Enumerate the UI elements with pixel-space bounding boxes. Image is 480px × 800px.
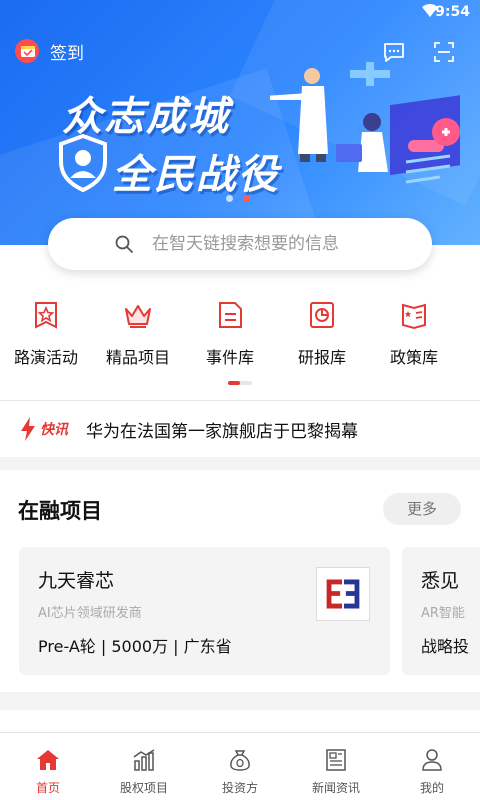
project-card[interactable]: 悉见 AR智能 战略投: [402, 547, 480, 675]
nav-news[interactable]: 新闻资讯: [288, 733, 384, 800]
banner-pagination: [226, 195, 250, 202]
project-name: 悉见: [421, 570, 460, 592]
search-input[interactable]: [152, 234, 412, 254]
shield-icon: [59, 134, 107, 192]
project-desc: AI芯片领域研发商: [38, 606, 142, 621]
money-bag-icon: [230, 750, 250, 771]
category-label: 事件库: [205, 348, 254, 367]
category-page-indicator: [228, 381, 252, 385]
pie-chart-icon: [310, 302, 334, 328]
policy-book-icon: [402, 303, 426, 330]
calendar-checkin-icon: [15, 39, 39, 63]
newspaper-icon: [326, 749, 346, 771]
category-row: 路演活动 精品项目 事件库 研报库 政策库: [0, 300, 480, 370]
status-bar: 9:54: [0, 0, 480, 24]
message-icon[interactable]: [382, 40, 406, 64]
search-bar[interactable]: [48, 218, 432, 270]
category-policy[interactable]: 政策库: [368, 300, 460, 370]
next-section-edge: [0, 710, 480, 732]
category-featured[interactable]: 精品项目: [92, 300, 184, 370]
medical-illustration: [270, 62, 460, 184]
section-title: 在融项目: [18, 499, 102, 523]
project-name: 九天睿芯: [38, 570, 115, 592]
project-meta: 战略投: [421, 637, 470, 656]
nav-label: 股权项目: [119, 781, 168, 795]
category-roadshow[interactable]: 路演活动: [0, 300, 92, 370]
category-label: 路演活动: [13, 348, 78, 367]
funding-projects-section: 在融项目 更多 九天睿芯 AI芯片领域研发商 Pre-A轮 | 5000万 | …: [0, 470, 480, 692]
project-card[interactable]: 九天睿芯 AI芯片领域研发商 Pre-A轮 | 5000万 | 广东省: [19, 547, 390, 675]
banner-slogan-line2: 全民战役: [112, 152, 280, 198]
checkin-button[interactable]: 签到: [14, 38, 84, 64]
crown-icon: [125, 305, 151, 328]
nav-label: 首页: [35, 781, 60, 795]
category-label: 研报库: [297, 348, 346, 367]
lightning-icon: [21, 417, 35, 441]
category-label: 精品项目: [105, 348, 170, 367]
flash-news-tag: 快讯: [40, 422, 68, 438]
scan-icon[interactable]: [432, 40, 456, 64]
promo-banner[interactable]: 9:54 签到 众志成城 全民战役: [0, 0, 480, 245]
project-desc: AR智能: [421, 606, 465, 621]
home-icon: [37, 750, 59, 770]
company-logo: [316, 567, 370, 621]
user-icon: [422, 749, 442, 771]
status-time: 9:54: [435, 4, 470, 20]
more-button[interactable]: 更多: [383, 493, 461, 525]
category-label: 政策库: [389, 348, 438, 367]
nav-profile[interactable]: 我的: [384, 733, 480, 800]
nav-label: 新闻资讯: [311, 781, 360, 795]
nav-label: 我的: [419, 781, 444, 795]
category-events[interactable]: 事件库: [184, 300, 276, 370]
bottom-nav: 首页 股权项目 投资方 新闻资讯 我的: [0, 732, 480, 800]
document-icon: [219, 302, 242, 328]
star-badge-icon: [35, 302, 57, 329]
nav-equity-projects[interactable]: 股权项目: [96, 733, 192, 800]
category-reports[interactable]: 研报库: [276, 300, 368, 370]
nav-home[interactable]: 首页: [0, 733, 96, 800]
flash-news-headline[interactable]: 华为在法国第一家旗舰店于巴黎揭幕: [86, 417, 358, 442]
nav-label: 投资方: [221, 781, 258, 795]
banner-dot-active[interactable]: [243, 195, 250, 202]
checkin-label: 签到: [50, 43, 84, 64]
banner-dot[interactable]: [226, 195, 233, 202]
nav-investors[interactable]: 投资方: [192, 733, 288, 800]
flash-news-bar[interactable]: 快讯 华为在法国第一家旗舰店于巴黎揭幕: [0, 401, 480, 457]
bar-chart-icon: [133, 749, 155, 771]
project-meta: Pre-A轮 | 5000万 | 广东省: [38, 637, 232, 656]
search-icon: [115, 235, 133, 253]
